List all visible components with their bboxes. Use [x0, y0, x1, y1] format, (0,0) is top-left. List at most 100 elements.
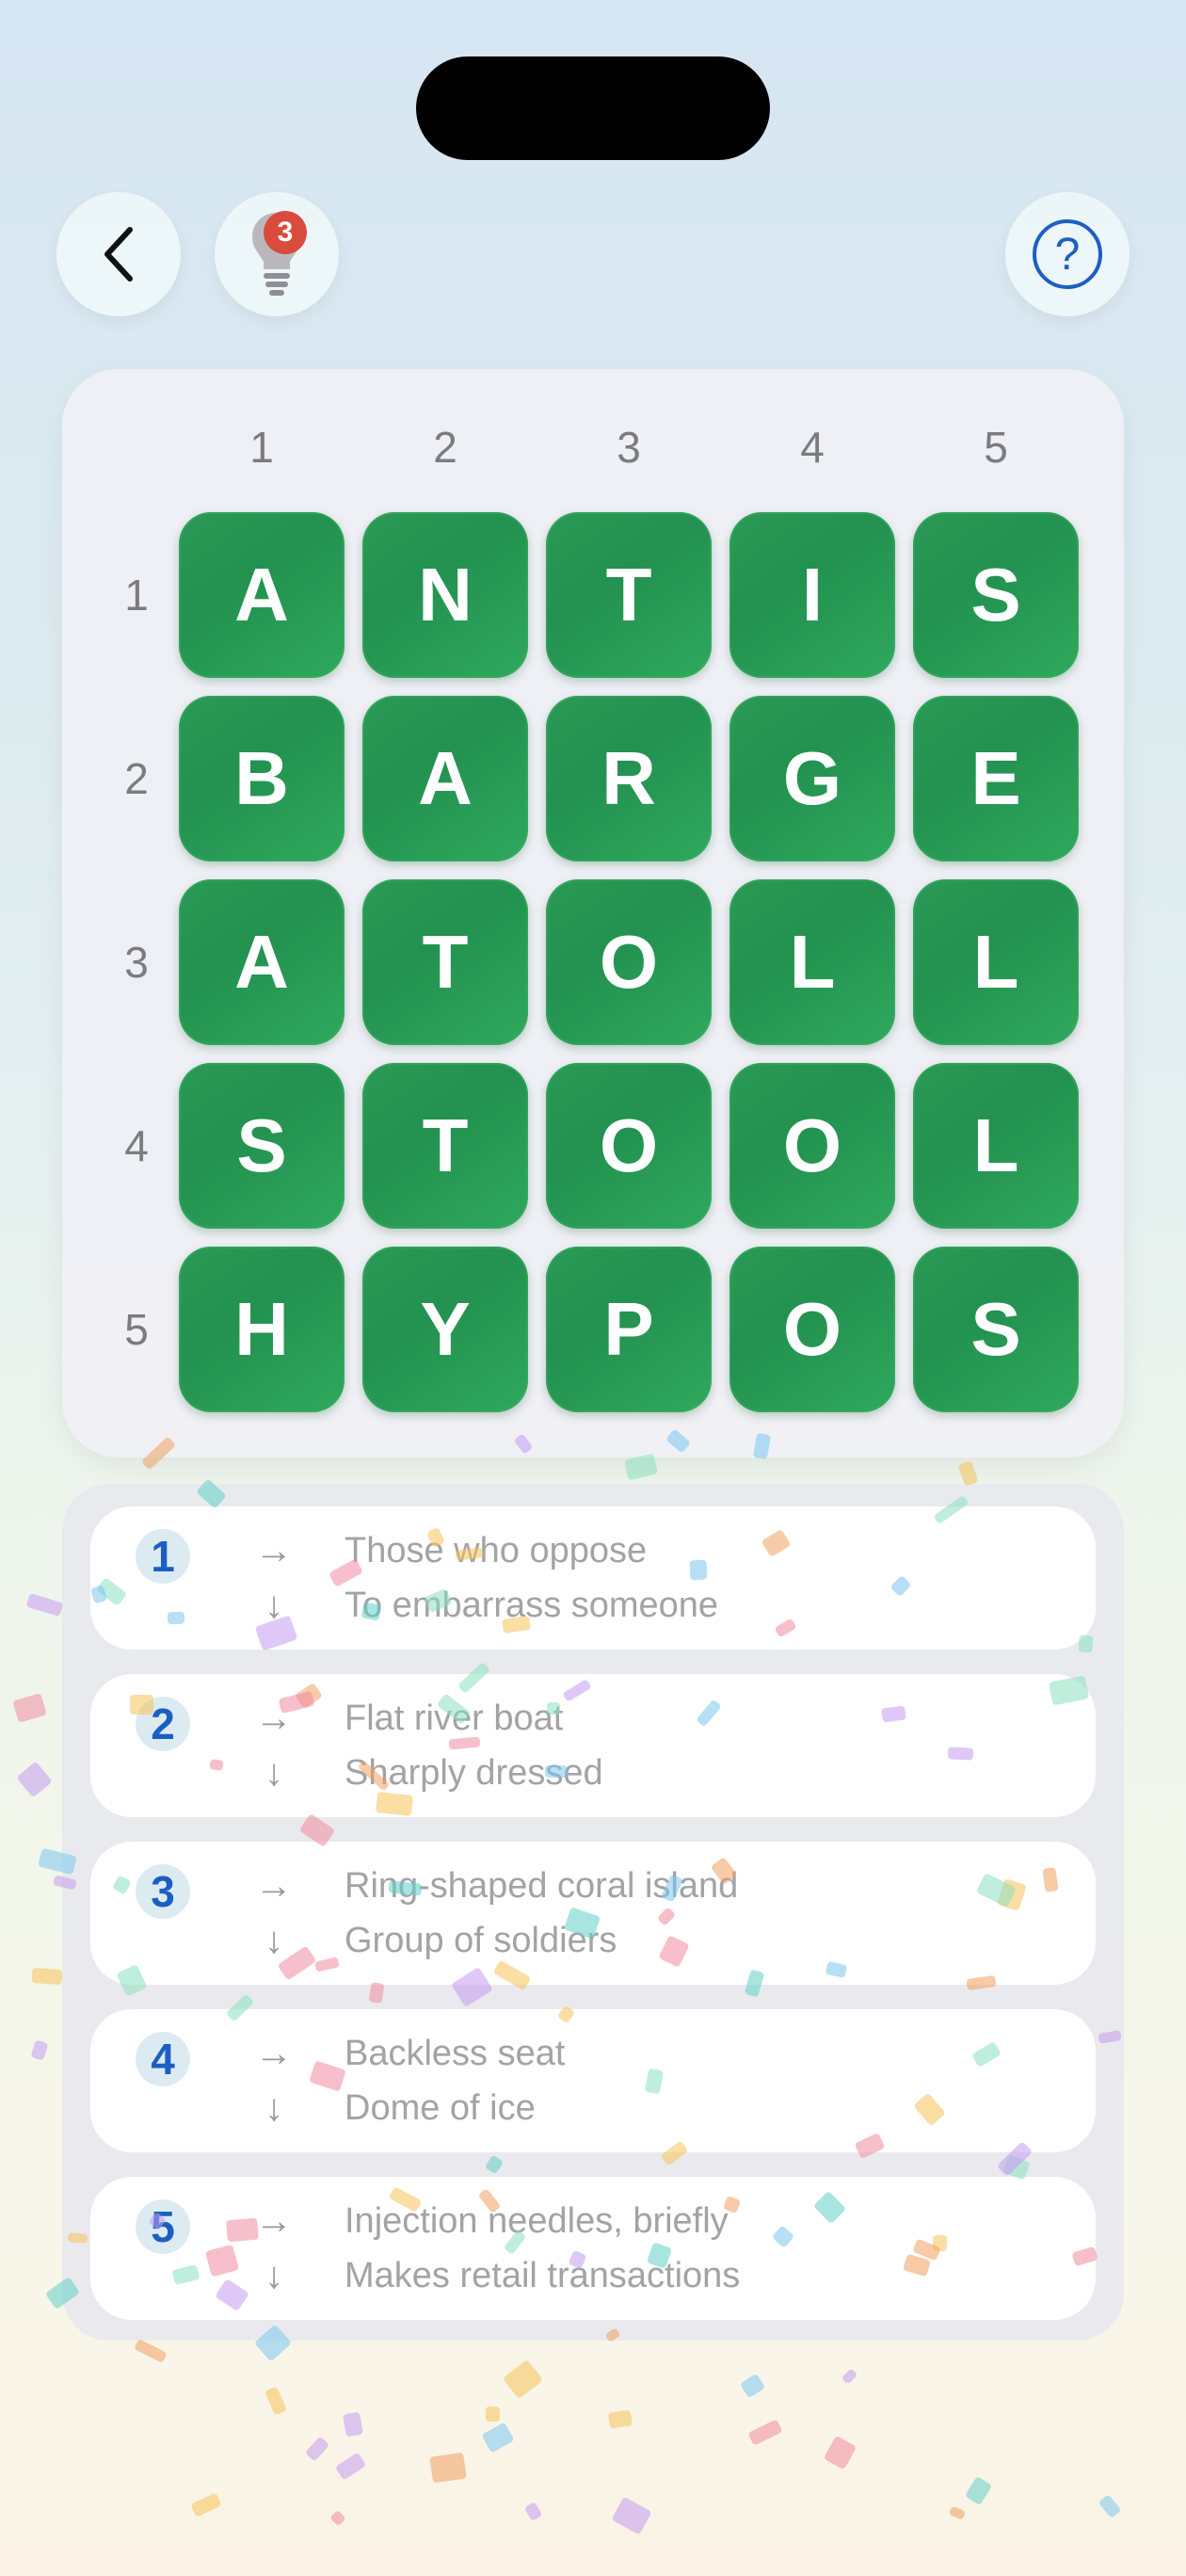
confetti-piece — [12, 1693, 47, 1723]
grid-tile[interactable]: L — [913, 1063, 1079, 1229]
confetti-piece — [361, 1602, 382, 1621]
column-number: 1 — [249, 423, 274, 472]
confetti-piece — [167, 1611, 185, 1625]
row-number: 1 — [124, 571, 149, 620]
column-number: 2 — [433, 423, 457, 472]
grid-tile[interactable]: H — [179, 1247, 345, 1412]
clue-number: 1 — [136, 1529, 190, 1584]
confetti-piece — [948, 2505, 967, 2520]
clue-number: 4 — [136, 2032, 190, 2086]
confetti-piece — [747, 2419, 783, 2446]
confetti-piece — [485, 2406, 501, 2423]
row-number: 2 — [124, 754, 149, 803]
clue-number: 5 — [136, 2199, 190, 2254]
confetti-piece — [1078, 1634, 1094, 1653]
column-number: 3 — [617, 423, 641, 472]
confetti-piece — [544, 1764, 569, 1779]
confetti-piece — [1098, 2494, 1122, 2519]
grid-tile[interactable]: A — [179, 512, 345, 678]
confetti-piece — [611, 2496, 652, 2536]
grid-tile[interactable]: T — [362, 879, 528, 1045]
grid-tile[interactable]: O — [546, 879, 712, 1045]
arrow-down-icon: ↓ — [264, 1752, 283, 1794]
clue-card-3[interactable]: 3 → Ring-shaped coral island ↓ Group of sold… — [90, 1842, 1096, 1985]
grid-tile[interactable]: L — [913, 879, 1079, 1045]
grid-tile[interactable]: L — [729, 879, 895, 1045]
confetti-piece — [329, 2509, 346, 2527]
confetti-piece — [547, 1702, 560, 1715]
grid-tile[interactable]: S — [179, 1063, 345, 1229]
grid-tile[interactable]: O — [546, 1063, 712, 1229]
grid-tile[interactable]: T — [546, 512, 712, 678]
confetti-piece — [130, 1695, 153, 1715]
back-button[interactable] — [56, 192, 181, 316]
confetti-piece — [823, 2435, 857, 2471]
confetti-piece — [134, 2338, 168, 2364]
hint-count-badge: 3 — [264, 211, 307, 254]
question-icon: ? — [1033, 219, 1102, 289]
help-button[interactable]: ? — [1005, 192, 1130, 316]
confetti-piece — [607, 2409, 633, 2429]
confetti-piece — [523, 2501, 543, 2522]
confetti-piece — [334, 2452, 367, 2481]
confetti-piece — [31, 1967, 63, 1986]
confetti-piece — [25, 1592, 64, 1618]
confetti-piece — [881, 1705, 906, 1723]
confetti-piece — [957, 1460, 979, 1487]
row-number: 3 — [124, 938, 149, 987]
grid-tile[interactable]: O — [729, 1063, 895, 1229]
grid-tile[interactable]: O — [729, 1247, 895, 1412]
column-number: 5 — [984, 423, 1008, 472]
down-clue-text: Dome of ice — [345, 2088, 536, 2128]
down-clue-text: Makes retail transactions — [345, 2256, 741, 2295]
grid-tile[interactable]: S — [913, 1247, 1079, 1412]
confetti-piece — [190, 2492, 222, 2518]
confetti-piece — [739, 2373, 766, 2399]
clue-card-1[interactable]: 1 → Those who oppose ↓ To embarrass someone — [90, 1506, 1096, 1650]
clue-card-4[interactable]: 4 → Backless seat ↓ Dome of ice — [90, 2009, 1096, 2152]
confetti-piece — [30, 2039, 49, 2061]
across-clue-text: Backless seat — [345, 2034, 566, 2073]
confetti-piece — [226, 2217, 259, 2243]
confetti-piece — [67, 2232, 88, 2244]
confetti-piece — [964, 2475, 993, 2506]
hint-button[interactable]: 3 — [215, 192, 339, 316]
confetti-piece — [502, 2359, 544, 2400]
grid-tile[interactable]: P — [546, 1247, 712, 1412]
grid-tile[interactable]: G — [729, 696, 895, 861]
grid-tile[interactable]: B — [179, 696, 345, 861]
clue-number: 3 — [136, 1864, 190, 1919]
arrow-right-icon: → — [255, 1865, 293, 1907]
confetti-piece — [841, 2368, 858, 2385]
arrow-down-icon: ↓ — [264, 2087, 283, 2129]
grid-tile[interactable]: T — [362, 1063, 528, 1229]
arrow-right-icon: → — [255, 2033, 293, 2074]
arrow-down-icon: ↓ — [264, 2255, 283, 2296]
clue-card-2[interactable]: 2 → Flat river boat ↓ Sharply dressed — [90, 1674, 1096, 1817]
chevron-left-icon — [104, 227, 133, 282]
grid-tile[interactable]: A — [179, 879, 345, 1045]
arrow-right-icon: → — [255, 1530, 293, 1571]
column-number: 4 — [800, 423, 825, 472]
down-clue-text: To embarrass someone — [345, 1586, 719, 1625]
confetti-piece — [429, 2452, 467, 2484]
confetti-piece — [481, 2422, 515, 2454]
grid-tile[interactable]: E — [913, 696, 1079, 861]
across-clue-text: Those who oppose — [345, 1531, 648, 1570]
confetti-piece — [689, 1559, 708, 1581]
row-number: 5 — [124, 1305, 149, 1354]
confetti-piece — [343, 2411, 363, 2438]
grid-tile[interactable]: S — [913, 512, 1079, 678]
confetti-piece — [16, 1761, 53, 1798]
confetti-piece — [264, 2386, 288, 2416]
confetti-piece — [304, 2436, 330, 2462]
confetti-piece — [375, 1792, 414, 1816]
grid-tile[interactable]: I — [729, 512, 895, 678]
device-notch — [416, 56, 770, 160]
grid-tile[interactable]: N — [362, 512, 528, 678]
grid-tile[interactable]: Y — [362, 1247, 528, 1412]
confetti-piece — [947, 1747, 974, 1761]
grid-tile[interactable]: A — [362, 696, 528, 861]
row-number: 4 — [124, 1121, 149, 1170]
grid-tile[interactable]: R — [546, 696, 712, 861]
